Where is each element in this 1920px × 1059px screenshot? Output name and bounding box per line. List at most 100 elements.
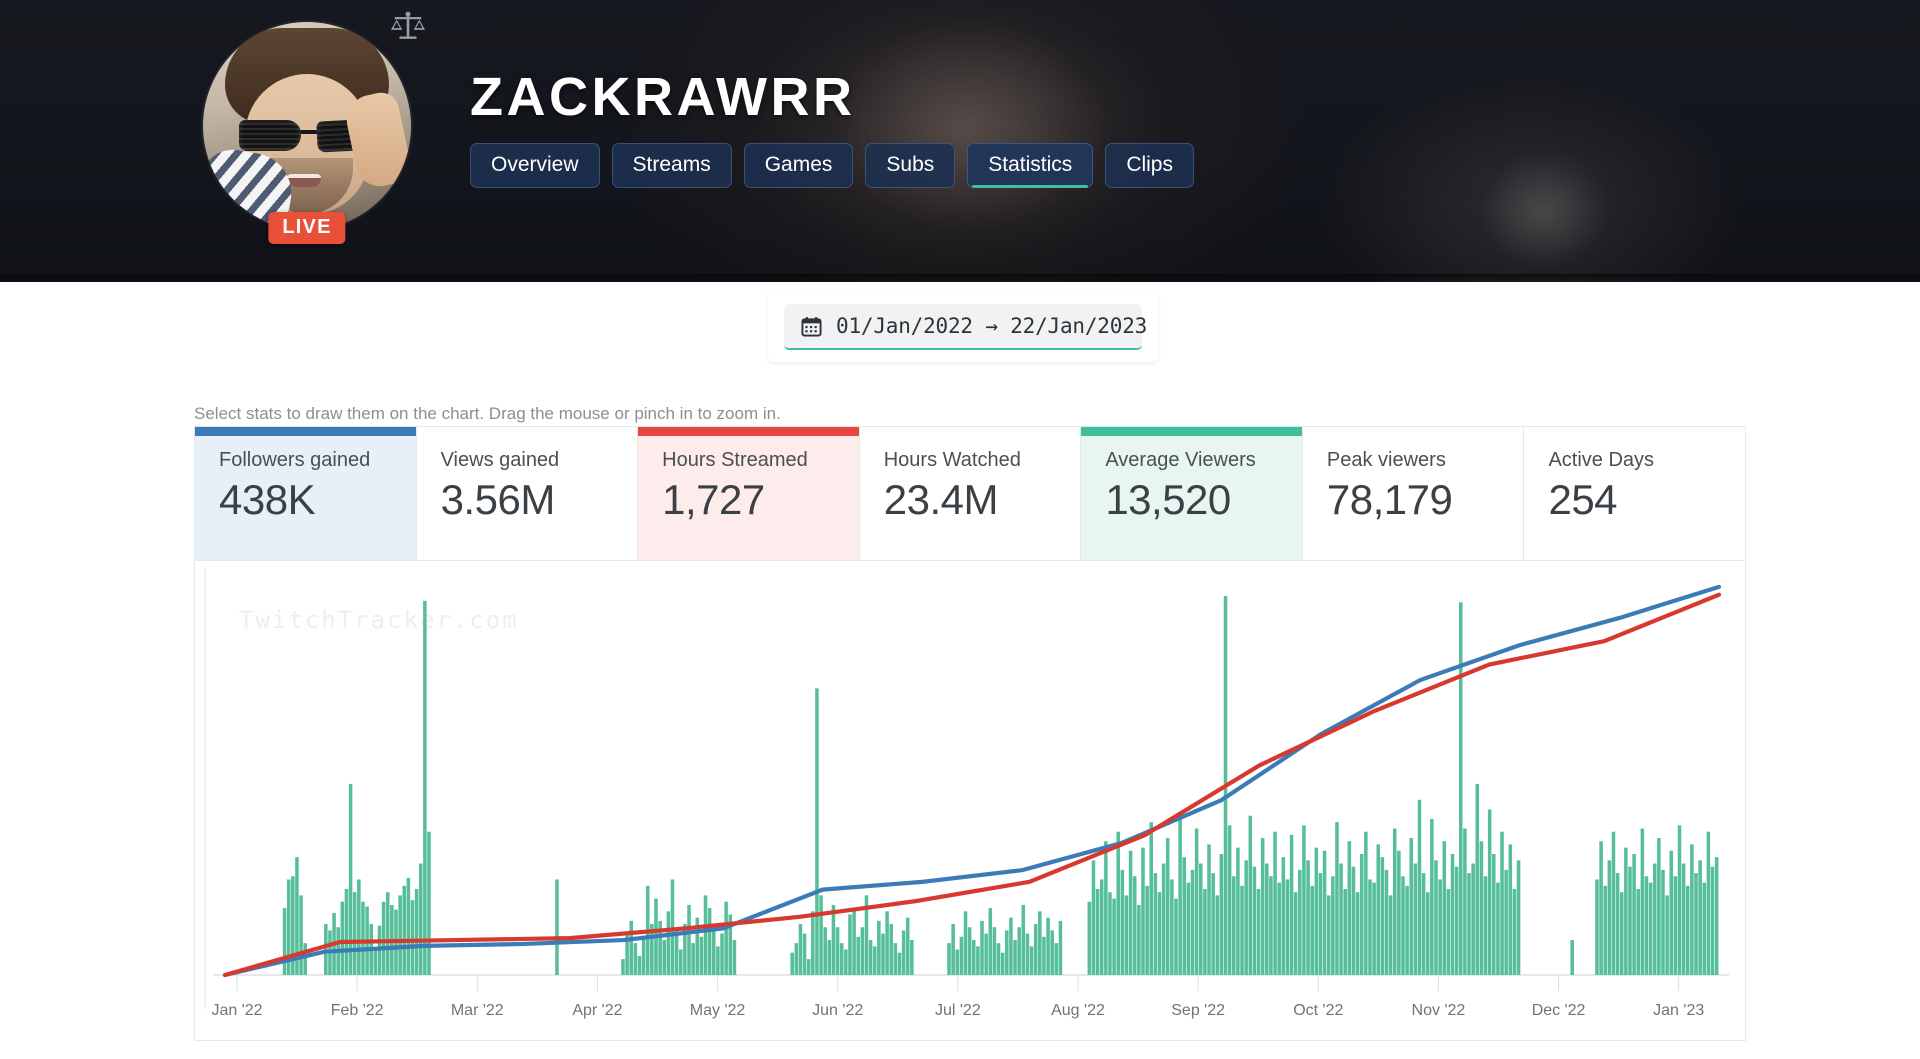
chart-bar <box>996 943 1001 975</box>
chart-bar <box>344 889 349 975</box>
chart-bar <box>1351 866 1356 975</box>
chart-bar <box>402 885 407 975</box>
chart-bar <box>1174 898 1178 975</box>
stat-card-views-gained[interactable]: Views gained 3.56M <box>416 427 639 560</box>
chart-bar <box>1009 917 1013 975</box>
chart-bar <box>815 688 819 975</box>
date-range-picker[interactable]: 01/Jan/2022 → 22/Jan/2023 <box>784 304 1147 350</box>
x-axis-tick-label: Nov '22 <box>1411 1002 1466 1019</box>
x-axis-tick-label: Apr '22 <box>572 1002 623 1019</box>
chart-bar <box>1661 869 1665 975</box>
chart-bar <box>1203 889 1207 975</box>
chart-bar <box>398 895 402 975</box>
chart-bar <box>1471 863 1475 975</box>
chart-bar <box>860 927 865 975</box>
chart-bar <box>1355 892 1360 975</box>
stat-card-active-days[interactable]: Active Days 254 <box>1524 427 1746 560</box>
chart-bar <box>1190 869 1195 975</box>
avatar[interactable] <box>203 22 411 230</box>
chart-bar <box>901 930 906 975</box>
chart-bar <box>1421 873 1426 975</box>
chart-bar <box>1706 831 1711 975</box>
stat-card-hours-streamed[interactable]: Hours Streamed 1,727 <box>638 427 860 560</box>
chart-bar <box>1108 892 1112 975</box>
chart-bar <box>418 863 423 975</box>
chart-bar <box>1029 946 1034 975</box>
chart-bar <box>1694 873 1698 975</box>
stat-card-label: Followers gained <box>219 449 371 471</box>
chart-bar <box>1265 863 1269 975</box>
chart-x-axis-labels: Jan '22 Feb '22 Mar '22 Apr '22 May '22 Jun '… <box>195 1002 1747 1022</box>
x-axis-tick-label: Oct '22 <box>1293 1002 1344 1019</box>
chart-bar <box>361 901 365 975</box>
chart-bar <box>839 943 844 975</box>
chart-bar <box>1042 936 1046 975</box>
date-range-text: 01/Jan/2022 → 22/Jan/2023 <box>836 314 1148 338</box>
x-axis-tick-label: Jun '22 <box>812 1002 864 1019</box>
chart-bar <box>662 939 667 975</box>
chart-bar <box>1640 828 1645 975</box>
chart-bar <box>1698 860 1702 975</box>
tab-games[interactable]: Games <box>743 143 854 188</box>
chart-bar <box>1714 857 1719 975</box>
chart-bar <box>856 936 860 975</box>
stat-card-followers-gained[interactable]: Followers gained 438K <box>195 427 417 560</box>
tab-subs[interactable]: Subs <box>865 143 956 188</box>
chart-bar <box>1285 879 1290 975</box>
chart-bar <box>1252 866 1257 975</box>
chart-bar <box>819 895 823 975</box>
stat-card-average-viewers[interactable]: Average Viewers 13,520 <box>1081 427 1303 560</box>
chart-bar <box>707 908 712 975</box>
chart-bar <box>1335 822 1339 975</box>
chart-bar <box>555 879 559 975</box>
chart-bar <box>633 943 638 975</box>
chart-bar <box>802 933 807 975</box>
chart-bar <box>844 949 848 975</box>
chart-bar <box>1384 869 1389 975</box>
chart-bar <box>1483 876 1488 975</box>
tab-streams[interactable]: Streams <box>611 143 732 188</box>
chart-bar <box>1673 876 1678 975</box>
chart-bar <box>1397 850 1401 975</box>
chart-bar <box>1405 885 1409 975</box>
chart-bar <box>1611 831 1616 975</box>
chart-bar <box>980 920 984 975</box>
chart-bar <box>1302 825 1306 975</box>
chart-bar <box>1165 838 1170 975</box>
tab-clips[interactable]: Clips <box>1105 143 1194 188</box>
chart-bar <box>848 914 852 975</box>
stat-card-peak-viewers[interactable]: Peak viewers 78,179 <box>1302 427 1525 560</box>
x-axis-tick-label: Feb '22 <box>330 1002 384 1019</box>
chart-bar <box>1479 841 1484 975</box>
chart-bar <box>1438 879 1442 975</box>
stat-cards-row: Followers gained 438K Views gained 3.56M Hou… <box>194 426 1746 560</box>
avatar-container[interactable]: LIVE <box>203 22 411 244</box>
chart-bar <box>794 943 799 975</box>
chart-bar <box>691 943 695 975</box>
scales-icon[interactable] <box>389 10 427 44</box>
chart-bar <box>1306 860 1310 975</box>
chart-bar <box>1615 873 1620 975</box>
stat-card-accent-bar <box>1524 427 1745 436</box>
chart-bar <box>1137 904 1141 975</box>
chart-bar <box>1095 889 1100 975</box>
chart-plot-area[interactable] <box>195 561 1747 1042</box>
chart-bar <box>1624 847 1628 975</box>
statistics-chart[interactable]: TwitchTracker.com Jan '22 Feb '22 Mar '22 A… <box>194 560 1746 1041</box>
chart-bar <box>910 939 914 975</box>
chart-bar <box>414 889 419 975</box>
chart-bar <box>1017 927 1021 975</box>
stat-card-label: Hours Watched <box>883 449 1021 471</box>
chart-bar <box>1413 863 1418 975</box>
tab-overview[interactable]: Overview <box>470 143 600 188</box>
chart-bar <box>1260 838 1265 975</box>
chart-bar <box>1236 847 1240 975</box>
chart-bar <box>732 939 737 975</box>
chart-bar <box>905 917 910 975</box>
chart-bar <box>811 911 815 975</box>
stat-card-hours-watched[interactable]: Hours Watched 23.4M <box>859 427 1082 560</box>
channel-banner: LIVE ZACKRAWRR Overview Streams Games Su… <box>0 0 1920 282</box>
chart-bar <box>967 927 972 975</box>
chart-bar <box>1182 857 1187 975</box>
tab-statistics[interactable]: Statistics <box>967 143 1094 188</box>
